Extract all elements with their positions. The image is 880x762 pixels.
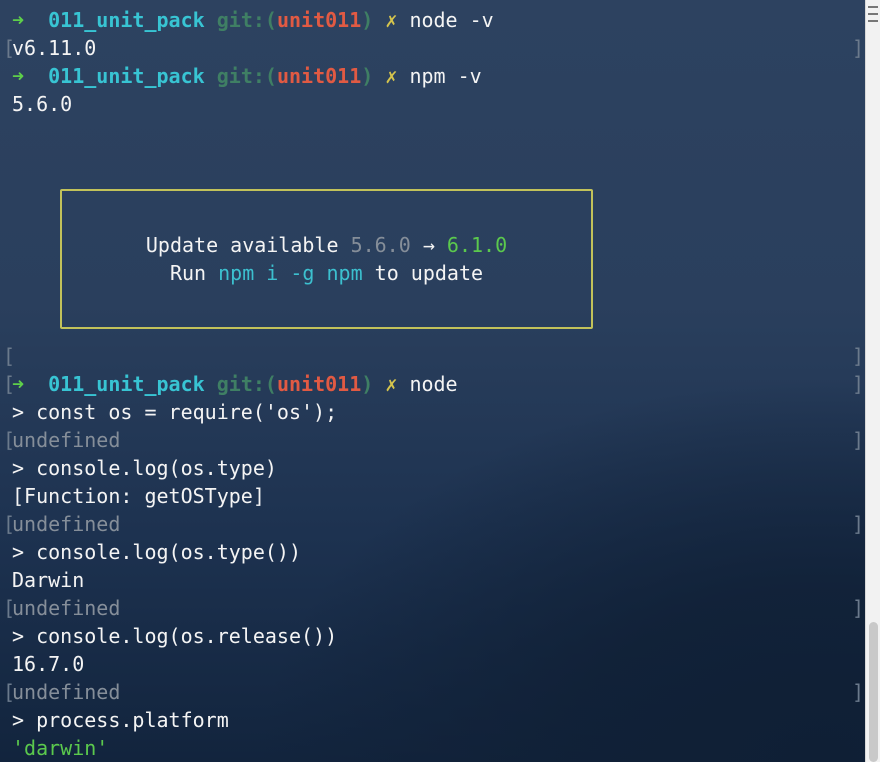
repl-output: [Function: getOSType]: [12, 484, 265, 508]
repl-input: > const os = require('os');: [12, 400, 338, 424]
update-notice-box: Update available 5.6.0 → 6.1.0 Run npm i…: [60, 189, 593, 329]
update-arrow-icon: →: [410, 233, 447, 257]
command-text: npm -v: [409, 64, 482, 88]
git-close: ): [361, 372, 374, 396]
dirty-mark-icon: ✗: [385, 64, 398, 88]
output-line: v6.11.0: [12, 36, 97, 60]
update-suffix: to update: [362, 261, 484, 285]
repl-output: 16.7.0: [12, 652, 85, 676]
repl-input: > console.log(os.type()): [12, 540, 301, 564]
prompt-line: ➜ 011_unit_pack git:(unit011) ✗ node -v: [12, 6, 494, 34]
repl-output: undefined: [12, 680, 121, 704]
prompt-line: ➜ 011_unit_pack git:(unit011) ✗ node: [12, 370, 458, 398]
update-prefix: Update available: [145, 233, 351, 257]
git-close: ): [361, 64, 374, 88]
mark-bracket: ]: [852, 372, 865, 396]
scrollbar-thumb[interactable]: [869, 622, 878, 762]
repl-input: > process.platform: [12, 708, 229, 732]
prompt-arrow-icon: ➜: [12, 8, 25, 32]
git-close: ): [361, 8, 374, 32]
vertical-scrollbar[interactable]: [865, 0, 880, 762]
git-label: git:(: [216, 64, 277, 88]
update-run-label: Run: [169, 261, 219, 285]
update-current-version: 5.6.0: [350, 233, 411, 257]
output-line: 5.6.0: [12, 92, 73, 116]
command-text: node: [409, 372, 458, 396]
update-run-line: Run npm i -g npm to update: [62, 259, 591, 287]
prompt-directory: 011_unit_pack: [48, 372, 205, 396]
repl-input: > console.log(os.type): [12, 456, 277, 480]
command-text: node -v: [409, 8, 494, 32]
repl-output: undefined: [12, 428, 121, 452]
mark-bracket: [: [3, 344, 16, 368]
git-label: git:(: [216, 372, 277, 396]
repl-output: undefined: [12, 512, 121, 536]
prompt-arrow-icon: ➜: [12, 372, 25, 396]
git-label: git:(: [216, 8, 277, 32]
dirty-mark-icon: ✗: [385, 372, 398, 396]
mark-bracket: ]: [852, 596, 865, 620]
update-command: npm i -g npm: [218, 261, 363, 285]
terminal-window[interactable]: ➜ 011_unit_pack git:(unit011) ✗ node -v …: [0, 0, 865, 762]
prompt-line: ➜ 011_unit_pack git:(unit011) ✗ npm -v: [12, 62, 482, 90]
repl-output: undefined: [12, 596, 121, 620]
git-branch: unit011: [276, 64, 362, 88]
mark-bracket: ]: [852, 36, 865, 60]
prompt-directory: 011_unit_pack: [48, 8, 205, 32]
repl-output: 'darwin': [12, 736, 109, 760]
mark-bracket: ]: [852, 512, 865, 536]
mark-bracket: ]: [852, 428, 865, 452]
update-latest-version: 6.1.0: [446, 233, 508, 257]
dirty-mark-icon: ✗: [385, 8, 398, 32]
scroll-menu-icon[interactable]: [868, 6, 878, 22]
mark-bracket: ]: [852, 344, 865, 368]
mark-bracket: ]: [852, 680, 865, 704]
update-available-line: Update available 5.6.0 → 6.1.0: [62, 231, 591, 259]
prompt-arrow-icon: ➜: [12, 64, 25, 88]
repl-input: > console.log(os.release()): [12, 624, 338, 648]
prompt-directory: 011_unit_pack: [48, 64, 205, 88]
git-branch: unit011: [276, 372, 362, 396]
git-branch: unit011: [276, 8, 362, 32]
repl-output: Darwin: [12, 568, 85, 592]
